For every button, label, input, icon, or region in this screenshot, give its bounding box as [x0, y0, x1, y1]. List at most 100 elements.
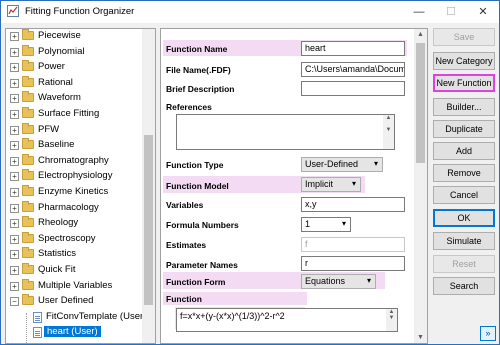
expand-icon[interactable]: +: [10, 172, 19, 182]
add-button[interactable]: Add: [433, 142, 495, 160]
tree-item-multiple-variables[interactable]: + Multiple Variables: [6, 278, 143, 293]
search-button[interactable]: Search: [433, 277, 495, 295]
expand-icon[interactable]: +: [10, 250, 19, 260]
tree-item-heart[interactable]: heart (User): [6, 325, 143, 339]
expand-icon[interactable]: +: [10, 188, 19, 197]
expand-icon[interactable]: +: [10, 156, 19, 166]
tree-item-label: Pharmacology: [38, 201, 99, 213]
folder-icon: [22, 247, 34, 259]
function-model-value: Implicit: [305, 179, 334, 189]
variables-label: Variables: [166, 200, 204, 210]
form-scrollbar-thumb[interactable]: [416, 43, 425, 163]
tree-item-enzyme-kinetics[interactable]: + Enzyme Kinetics: [6, 185, 143, 199]
tree-item-electrophysiology[interactable]: + Electrophysiology: [6, 169, 143, 183]
tree-item-piecewise[interactable]: + Piecewise: [6, 29, 143, 43]
tree-item-waveform[interactable]: + Waveform: [6, 91, 143, 105]
expand-icon[interactable]: +: [10, 63, 19, 73]
expand-icon[interactable]: +: [10, 110, 19, 119]
tree-item-pfw[interactable]: + PFW: [6, 122, 143, 137]
expand-icon[interactable]: +: [10, 219, 19, 229]
chevron-down-icon: ▾: [351, 179, 356, 188]
function-properties-panel: Function Name heart File Name(.FDF) C:\U…: [160, 28, 428, 344]
tree-item-label: Statistics: [38, 248, 77, 260]
tree-item-baseline[interactable]: + Baseline: [6, 138, 143, 152]
function-file-icon: [33, 327, 42, 339]
file-name-input[interactable]: C:\Users\amanda\Docum: [301, 62, 405, 77]
tree-item-rational[interactable]: + Rational: [6, 75, 143, 90]
tree-item-power[interactable]: + Power: [6, 60, 143, 74]
expand-icon[interactable]: +: [10, 125, 19, 135]
references-textarea[interactable]: ▲ ▼: [176, 114, 395, 150]
parameter-names-input[interactable]: r: [301, 256, 405, 271]
duplicate-button[interactable]: Duplicate: [433, 120, 495, 138]
cancel-button[interactable]: Cancel: [433, 186, 495, 204]
form-scrollbar[interactable]: ▲ ▼: [414, 29, 427, 343]
minimize-icon[interactable]: —: [405, 1, 433, 23]
folder-icon: [22, 122, 34, 134]
formula-numbers-dropdown[interactable]: 1 ▾: [301, 217, 351, 232]
scroll-up-icon[interactable]: ▲: [414, 31, 427, 38]
chevron-down-icon: ▾: [341, 219, 346, 228]
function-model-label: Function Model: [166, 181, 229, 191]
function-model-dropdown[interactable]: Implicit ▾: [301, 177, 361, 192]
tree-item-pharmacology[interactable]: + Pharmacology: [6, 200, 143, 215]
file-name-label: File Name(.FDF): [166, 65, 231, 75]
function-category-tree[interactable]: + Piecewise + Polynomial + Power + Ratio…: [5, 28, 156, 344]
function-type-dropdown[interactable]: User-Defined ▾: [301, 157, 383, 172]
collapse-icon[interactable]: −: [10, 297, 19, 307]
function-name-input[interactable]: heart: [301, 41, 405, 56]
formula-numbers-value: 1: [305, 219, 311, 229]
brief-description-input[interactable]: [301, 81, 405, 96]
function-textarea[interactable]: f=x*x+(y-(x*x)^(1/3))^2-r^2 ▲ ▼: [176, 308, 398, 332]
window-title: Fitting Function Organizer: [25, 6, 135, 17]
tree-item-chromatography[interactable]: + Chromatography: [6, 153, 143, 168]
expand-icon[interactable]: +: [10, 78, 19, 88]
tree-scrollbar-thumb[interactable]: [144, 135, 153, 305]
ok-button[interactable]: OK: [433, 209, 495, 227]
expand-icon[interactable]: +: [10, 234, 19, 244]
function-form-label: Function Form: [166, 277, 226, 287]
expand-icon[interactable]: +: [10, 266, 19, 275]
collapse-panel-icon[interactable]: »: [480, 326, 496, 341]
tree-item-label: Enzyme Kinetics: [38, 186, 109, 197]
tree-item-spectroscopy[interactable]: + Spectroscopy: [6, 231, 143, 246]
tree-item-rheology[interactable]: + Rheology: [6, 216, 143, 230]
tree-item-label: Polynomial: [38, 45, 85, 57]
folder-icon: [22, 75, 34, 87]
tree-item-quick-fit[interactable]: + Quick Fit: [6, 263, 143, 277]
function-text: f=x*x+(y-(x*x)^(1/3))^2-r^2: [180, 311, 285, 321]
close-icon[interactable]: ✕: [469, 1, 497, 23]
expand-icon[interactable]: +: [10, 203, 19, 213]
expand-icon[interactable]: +: [10, 141, 19, 151]
tree-item-surface-fitting[interactable]: + Surface Fitting: [6, 107, 143, 121]
expand-icon[interactable]: +: [10, 94, 19, 104]
function-form-value: Equations: [305, 276, 346, 286]
tree-item-fitconvtemplate[interactable]: FitConvTemplate (User): [6, 310, 147, 324]
remove-button[interactable]: Remove: [433, 164, 495, 182]
new-function-button[interactable]: New Function: [433, 74, 495, 92]
expand-icon[interactable]: +: [10, 47, 19, 57]
tree-item-label: PFW: [38, 123, 60, 135]
parameter-names-label: Parameter Names: [166, 260, 238, 270]
tree-item-user-defined[interactable]: − User Defined: [6, 294, 143, 308]
simulate-button[interactable]: Simulate: [433, 232, 495, 250]
tree-item-label: Multiple Variables: [38, 279, 113, 291]
tree-item-polynomial[interactable]: + Polynomial: [6, 44, 143, 59]
tree-scrollbar[interactable]: [142, 29, 155, 343]
variables-input[interactable]: x,y: [301, 197, 405, 212]
builder-button[interactable]: Builder...: [433, 98, 495, 116]
tree-item-statistics[interactable]: + Statistics: [6, 247, 143, 261]
tree-item-label: User Defined: [38, 295, 94, 307]
expand-icon[interactable]: +: [10, 281, 19, 291]
folder-icon: [22, 278, 34, 290]
function-form-dropdown[interactable]: Equations ▾: [301, 274, 376, 289]
new-category-button[interactable]: New Category: [433, 52, 495, 70]
chevron-down-icon: ▾: [366, 276, 371, 285]
tree-item-label: Electrophysiology: [38, 170, 113, 182]
expand-icon[interactable]: +: [10, 32, 19, 41]
scroll-down-icon[interactable]: ▼: [414, 334, 427, 341]
tree-item-label: FitConvTemplate (User): [46, 310, 147, 322]
tree-item-label: Rheology: [38, 217, 79, 229]
references-scrollbar[interactable]: ▲ ▼: [383, 115, 394, 149]
function-scrollbar[interactable]: ▲ ▼: [386, 309, 397, 331]
